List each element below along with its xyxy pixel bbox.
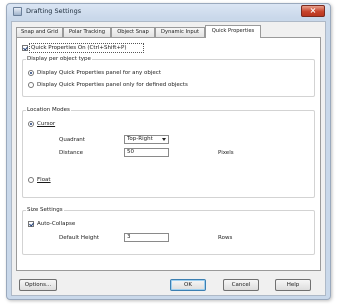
distance-input[interactable]: 50 xyxy=(124,148,169,157)
default-height-label: Default Height xyxy=(59,235,100,241)
display-group-title: Display per object type xyxy=(26,56,92,62)
tab-polar-tracking[interactable]: Polar Tracking xyxy=(63,27,111,37)
default-height-unit: Rows xyxy=(218,235,233,241)
quick-properties-on-checkbox[interactable] xyxy=(22,45,28,51)
close-icon: × xyxy=(309,6,317,15)
auto-collapse-checkbox[interactable] xyxy=(28,221,34,227)
display-any-object-radio[interactable] xyxy=(28,70,34,76)
tab-quick-properties[interactable]: Quick Properties xyxy=(205,25,261,38)
size-group-title: Size Settings xyxy=(26,207,64,213)
float-label[interactable]: Float xyxy=(37,177,51,183)
quadrant-label: Quadrant xyxy=(59,137,85,143)
location-group-title: Location Modes xyxy=(26,107,71,113)
size-settings-group: Size Settings Auto-Collapse Default Heig… xyxy=(22,207,315,255)
ok-button[interactable]: OK xyxy=(170,279,206,291)
default-height-input[interactable]: 3 xyxy=(124,233,169,242)
display-any-object-label[interactable]: Display Quick Properties panel for any o… xyxy=(37,70,161,76)
close-button[interactable]: × xyxy=(301,5,325,17)
quadrant-value: Top-Right xyxy=(127,136,153,142)
cancel-button[interactable]: Cancel xyxy=(223,279,259,291)
distance-label: Distance xyxy=(59,150,84,156)
float-radio[interactable] xyxy=(28,177,34,183)
drafting-settings-dialog: Drafting Settings × Snap and Grid Polar … xyxy=(6,3,331,300)
app-icon xyxy=(13,7,22,16)
title-bar[interactable]: Drafting Settings × xyxy=(7,4,330,20)
cursor-radio[interactable] xyxy=(28,121,34,127)
chevron-down-icon xyxy=(162,138,166,141)
tab-object-snap[interactable]: Object Snap xyxy=(111,27,155,37)
help-button[interactable]: Help xyxy=(275,279,311,291)
quick-properties-panel: Quick Properties On (Ctrl+Shift+P) Displ… xyxy=(16,37,321,271)
tab-snap-and-grid[interactable]: Snap and Grid xyxy=(16,27,63,37)
options-button[interactable]: Options... xyxy=(19,279,57,291)
window-title: Drafting Settings xyxy=(26,7,82,15)
display-defined-objects-label[interactable]: Display Quick Properties panel only for … xyxy=(37,82,188,88)
dialog-client: Snap and Grid Polar Tracking Object Snap… xyxy=(11,21,326,296)
display-per-object-type-group: Display per object type Display Quick Pr… xyxy=(22,56,315,97)
location-modes-group: Location Modes Cursor Quadrant Top-Right… xyxy=(22,107,315,198)
tab-dynamic-input[interactable]: Dynamic Input xyxy=(155,27,205,37)
quadrant-select[interactable]: Top-Right xyxy=(124,135,169,144)
display-defined-objects-radio[interactable] xyxy=(28,82,34,88)
cursor-label[interactable]: Cursor xyxy=(37,121,55,127)
quick-properties-on-label[interactable]: Quick Properties On (Ctrl+Shift+P) xyxy=(31,45,127,51)
distance-unit: Pixels xyxy=(218,150,234,156)
auto-collapse-label[interactable]: Auto-Collapse xyxy=(37,221,75,227)
